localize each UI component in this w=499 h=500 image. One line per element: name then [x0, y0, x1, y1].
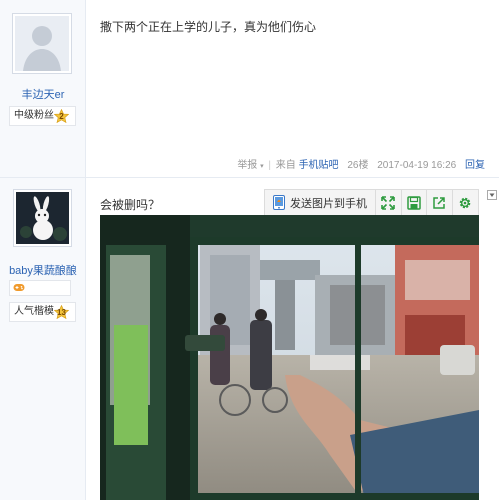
- post-text: 撒下两个正在上学的儿子，真为他们伤心: [100, 20, 317, 34]
- level-star-icon: 2: [54, 109, 69, 123]
- send-to-phone-button[interactable]: 发送图片到手机: [265, 190, 376, 215]
- source-prefix: 来自: [275, 160, 296, 171]
- post-text: 会被删吗？: [100, 198, 161, 212]
- username[interactable]: baby果蔬酿酿: [0, 262, 86, 278]
- avatar[interactable]: [12, 13, 72, 74]
- settings-button[interactable]: [453, 190, 478, 215]
- user-sidebar: baby果蔬酿酿 人气楷模 13: [0, 178, 86, 500]
- source-link[interactable]: 手机贴吧: [299, 160, 339, 171]
- caret-down-icon: [489, 193, 495, 197]
- floor-number: 26楼: [347, 160, 369, 171]
- separator: |: [268, 160, 271, 171]
- send-to-phone-label: 发送图片到手机: [290, 197, 367, 210]
- share-button[interactable]: [427, 190, 453, 215]
- rabbit-avatar-icon: [16, 192, 69, 244]
- caret-down-icon[interactable]: ▾: [260, 163, 264, 170]
- street-photo: [100, 215, 479, 500]
- game-badge-icon: [13, 284, 25, 291]
- report-link[interactable]: 举报: [237, 160, 257, 171]
- level-star-icon: 13: [54, 305, 69, 319]
- level-title: 中级粉丝: [14, 110, 54, 121]
- post-content-area: 会被删吗？ 发送图片到手机: [86, 178, 499, 500]
- reply-link[interactable]: 回复: [465, 160, 485, 171]
- gear-icon: [459, 197, 471, 208]
- post-time: 2017-04-19 16:26: [377, 160, 457, 171]
- level-title: 人气楷模: [14, 306, 54, 317]
- level-badge-box[interactable]: 人气楷模 13: [9, 302, 76, 322]
- level-number: 2: [59, 112, 64, 121]
- post-image[interactable]: [100, 215, 479, 500]
- post-tail: 举报 ▾ | 来自 手机贴吧 26楼 2017-04-19 16:26 回复: [237, 156, 485, 171]
- save-button[interactable]: [402, 190, 428, 215]
- member-badge[interactable]: [9, 280, 71, 296]
- level-number: 13: [57, 308, 66, 317]
- phone-send-icon: [273, 195, 285, 210]
- username[interactable]: 丰边天er: [0, 86, 86, 102]
- collapse-toggle[interactable]: [487, 190, 497, 200]
- image-toolbar: 发送图片到手机: [264, 189, 479, 216]
- post-floor-27: baby果蔬酿酿 人气楷模 13 会被删吗？ 发送图片到手机: [0, 178, 499, 500]
- expand-button[interactable]: [376, 190, 402, 215]
- expand-icon: [381, 195, 396, 210]
- user-sidebar: 丰边天er 中级粉丝 2: [0, 0, 86, 178]
- level-badge-box[interactable]: 中级粉丝 2: [9, 106, 76, 126]
- default-avatar-icon: [15, 16, 69, 71]
- avatar[interactable]: [13, 189, 72, 247]
- share-icon: [433, 196, 446, 209]
- post-floor-26: 丰边天er 中级粉丝 2 撒下两个正在上学的儿子，真为他们伤心 举报 ▾ | 来…: [0, 0, 499, 178]
- post-content-area: 撒下两个正在上学的儿子，真为他们伤心 举报 ▾ | 来自 手机贴吧 26楼 20…: [86, 0, 499, 178]
- save-icon: [407, 195, 421, 210]
